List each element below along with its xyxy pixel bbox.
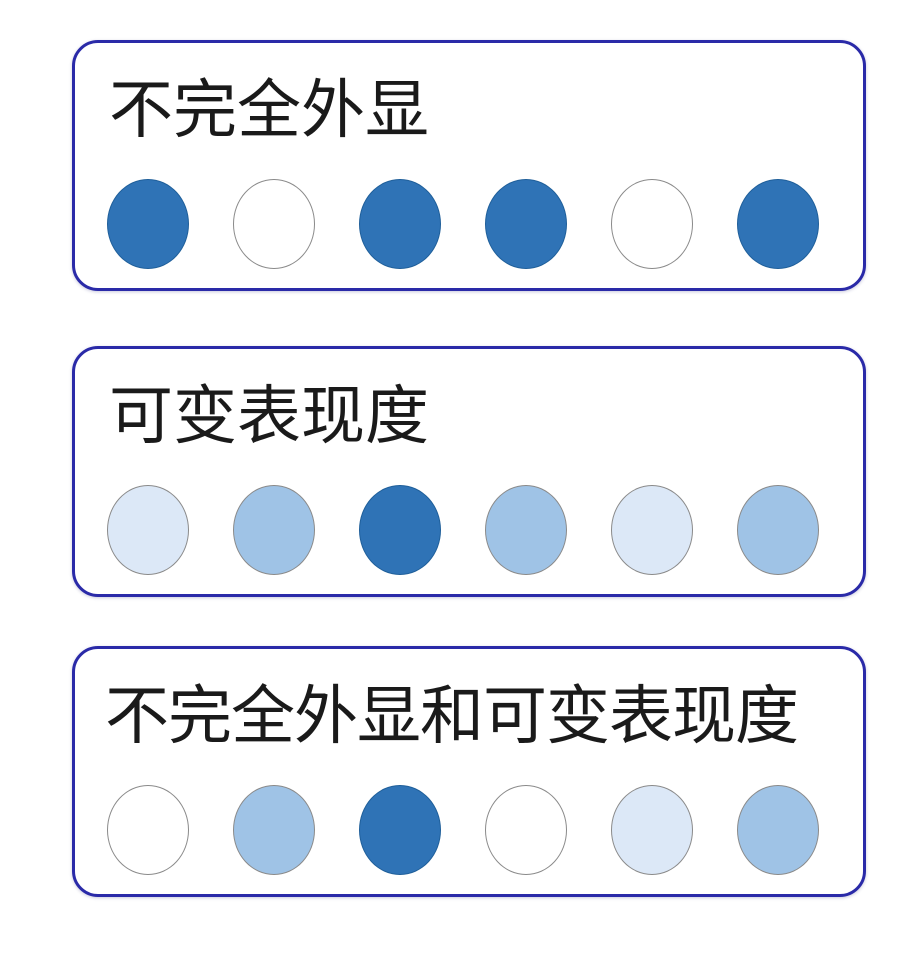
individual-dot-medium	[737, 485, 819, 575]
individual-dot-none	[233, 179, 315, 269]
panel-title: 不完全外显和可变表现度	[105, 680, 799, 754]
individual-dot-medium	[737, 785, 819, 875]
individual-dot-dark	[359, 785, 441, 875]
individual-dot-medium	[233, 485, 315, 575]
panel-incomplete-penetrance: 不完全外显	[72, 40, 866, 291]
individual-dot-light	[611, 785, 693, 875]
panel-title: 不完全外显	[109, 74, 429, 148]
individual-dot-dark	[359, 485, 441, 575]
individual-dot-light	[107, 485, 189, 575]
dot-row	[107, 485, 823, 581]
individual-dot-none	[611, 179, 693, 269]
individual-dot-medium	[233, 785, 315, 875]
panel-penetrance-and-expressivity: 不完全外显和可变表现度	[72, 646, 866, 897]
individual-dot-dark	[359, 179, 441, 269]
individual-dot-none	[485, 785, 567, 875]
individual-dot-dark	[107, 179, 189, 269]
individual-dot-dark	[485, 179, 567, 269]
dot-row	[107, 785, 823, 881]
individual-dot-none	[107, 785, 189, 875]
individual-dot-medium	[485, 485, 567, 575]
panel-title: 可变表现度	[109, 380, 429, 454]
panel-variable-expressivity: 可变表现度	[72, 346, 866, 597]
dot-row	[107, 179, 823, 275]
individual-dot-light	[611, 485, 693, 575]
individual-dot-dark	[737, 179, 819, 269]
